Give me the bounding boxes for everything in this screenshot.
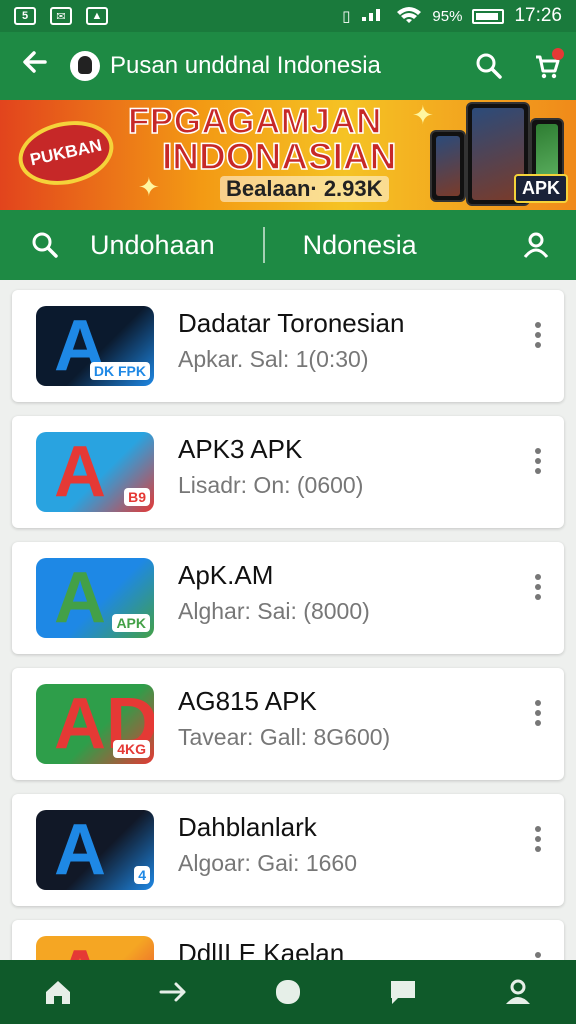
app-meta: Algoar: Gai: 1660 [178,850,358,876]
more-options-icon[interactable] [534,826,542,852]
tab-ndonesia[interactable]: Ndonesia [303,230,417,261]
app-name: AG815 APK [178,686,317,716]
banner-subtitle: Bealaan· 2.93K [220,176,389,202]
list-item[interactable]: AD 4KG AG815 APK Tavear: Gall: 8G600) [12,668,564,780]
search-icon[interactable] [0,231,90,259]
tab-undohaan[interactable]: Undohaan [90,230,215,261]
wifi-icon [396,4,422,28]
app-icon: A B9 [36,432,154,512]
home-icon[interactable] [28,962,88,1022]
app-meta: Tavear: Gall: 8G600) [178,724,391,750]
more-options-icon[interactable] [534,574,542,600]
cart-notification-dot [552,48,564,60]
banner-headline-2: INDONASIAN [161,135,397,178]
app-name: Dahblanlark [178,812,317,842]
image-icon: ▲ [86,7,108,25]
sparkle-icon: ✦ [412,100,434,130]
more-options-icon[interactable] [534,700,542,726]
signal-icon [360,5,386,27]
app-name: ApK.AM [178,560,274,590]
app-name: APK3 APK [178,434,303,464]
mail-icon: ✉ [50,7,72,25]
tab-divider [262,227,265,263]
page-title: Pusan unddnal Indonesia [110,52,381,79]
app-icon: A APK [36,558,154,638]
phone-image [430,130,466,202]
vibrate-icon: ▯ [342,8,351,25]
notification-icon: 5 [14,7,36,25]
battery-icon [472,8,505,24]
back-arrow-icon[interactable] [0,48,70,84]
banner-badge: PUKBAN [12,112,120,194]
circle-icon[interactable] [258,962,318,1022]
clock-time: 17:26 [514,5,562,26]
app-bar: Pusan unddnal Indonesia [0,32,576,100]
battery-percent: 95% [432,7,463,25]
more-options-icon[interactable] [534,448,542,474]
list-item[interactable]: A APK ApK.AM Alghar: Sai: (8000) [12,542,564,654]
app-meta: Apkar. Sal: 1(0:30) [178,346,369,372]
banner-apk-badge: APK [513,174,568,203]
sparkle-icon: ✦ [138,172,160,202]
profile-icon[interactable] [488,962,548,1022]
chat-icon[interactable] [373,962,433,1022]
bottom-nav [0,960,576,1024]
app-meta: Lisadr: On: (0600) [178,472,364,498]
search-tab-bar: Undohaan Ndonesia [0,210,576,280]
forward-arrow-icon[interactable] [143,962,203,1022]
app-list: A DK FPK Dadatar Toronesian Apkar. Sal: 1… [12,290,564,1024]
app-logo-icon [70,51,100,81]
list-item[interactable]: A B9 APK3 APK Lisadr: On: (0600) [12,416,564,528]
list-item[interactable]: A4 Dahblanlark Algoar: Gai: 1660 [12,794,564,906]
app-icon: A4 [36,810,154,890]
app-name: Dadatar Toronesian [178,308,405,338]
app-meta: Alghar: Sai: (8000) [178,598,370,624]
list-item[interactable]: A DK FPK Dadatar Toronesian Apkar. Sal: 1… [12,290,564,402]
cart-button[interactable] [518,48,576,80]
status-bar: 5 ✉ ▲ ▯ 95% 17:26 [0,0,576,32]
more-options-icon[interactable] [534,322,542,348]
app-icon: A DK FPK [36,306,154,386]
search-icon [476,53,502,79]
search-button[interactable] [460,52,518,80]
user-icon[interactable] [496,231,576,259]
app-icon: AD 4KG [36,684,154,764]
promo-banner[interactable]: PUKBAN FPGAGAMJAN INDONASIAN Bealaan· 2.… [0,100,576,210]
